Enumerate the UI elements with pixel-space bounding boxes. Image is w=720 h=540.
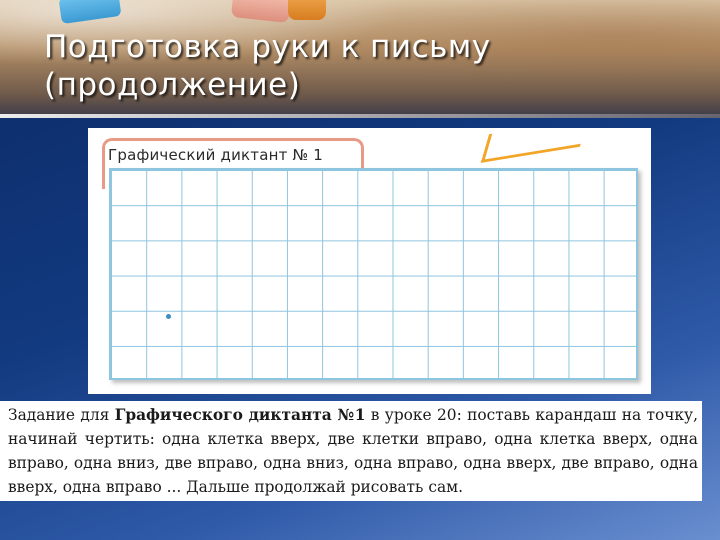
blue-chalk-icon xyxy=(58,0,122,25)
dictation-grid xyxy=(109,168,638,380)
slide-title-line-1: Подготовка руки к письму xyxy=(44,29,491,65)
start-dot xyxy=(166,314,171,319)
task-bold-title: Графического диктанта №1 xyxy=(114,406,366,424)
worksheet-label: Графический диктант № 1 xyxy=(108,146,324,164)
slide-title: Подготовка руки к письму (продолжение) xyxy=(44,28,684,104)
pink-chalk-icon xyxy=(230,0,292,23)
orange-chalk-icon xyxy=(288,0,326,20)
worksheet-image: Графический диктант № 1 xyxy=(88,118,651,394)
header-divider xyxy=(0,114,720,118)
orange-decoration xyxy=(480,118,589,163)
task-intro: Задание для xyxy=(8,406,115,424)
slide-title-line-2: (продолжение) xyxy=(44,67,301,103)
task-text: Задание для Графического диктанта №1 в у… xyxy=(0,401,702,501)
